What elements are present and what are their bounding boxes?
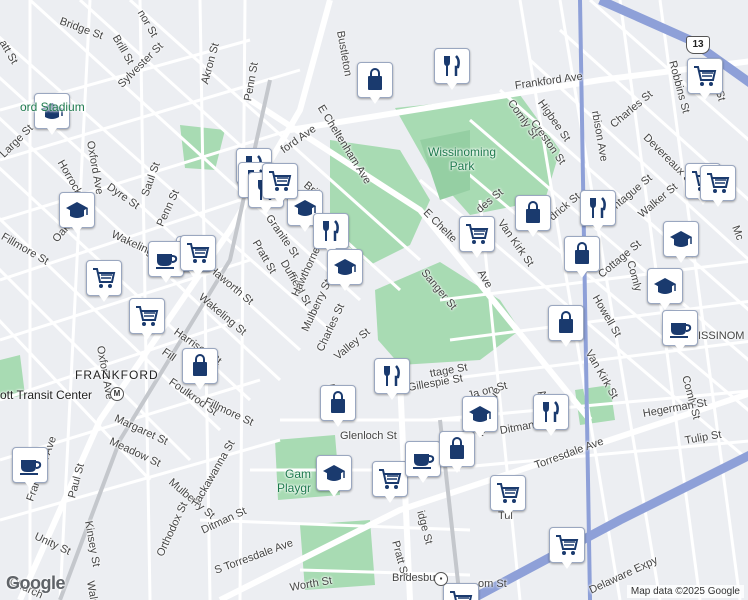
poi-cafe-2-icon[interactable] — [12, 447, 48, 489]
train-station-icon: ▪ — [434, 572, 448, 586]
poi-shopping-1-icon[interactable] — [357, 62, 393, 104]
route-shield: 13 — [686, 36, 710, 54]
poi-food-5-icon[interactable] — [313, 213, 349, 255]
poi-school-8-icon[interactable] — [647, 268, 683, 310]
google-logo[interactable]: Google — [6, 573, 66, 594]
poi-grocery-1-icon[interactable] — [687, 58, 723, 100]
poi-shopping-5-icon[interactable] — [515, 195, 551, 237]
poi-cafe-3-icon[interactable] — [405, 441, 441, 483]
poi-shopping-2-icon[interactable] — [182, 348, 218, 390]
transit-center-label: ott Transit Center — [0, 388, 93, 402]
poi-food-9-icon[interactable] — [533, 394, 569, 436]
poi-grocery-8-icon[interactable] — [700, 165, 736, 207]
transit-station-icon: M — [110, 387, 124, 401]
poi-grocery-12-icon[interactable] — [443, 583, 479, 600]
map-canvas[interactable]: Bridge St Brill St nor St Sylvester St Akron… — [0, 0, 748, 600]
street-label-om-st: om St — [478, 578, 507, 590]
poi-school-4-icon[interactable] — [327, 249, 363, 291]
poi-cafe-4-icon[interactable] — [662, 310, 698, 352]
poi-school-5-icon[interactable] — [316, 455, 352, 497]
poi-school-7-icon[interactable] — [663, 221, 699, 263]
poi-food-1-icon[interactable] — [434, 48, 470, 90]
playground-label-b: Playgr — [277, 481, 312, 495]
poi-shopping-3-icon[interactable] — [320, 385, 356, 427]
poi-food-8-icon[interactable] — [580, 190, 616, 232]
poi-shopping-4-icon[interactable] — [439, 431, 475, 473]
poi-shopping-7-icon[interactable] — [548, 305, 584, 347]
stadium-label: ord Stadium — [20, 100, 85, 114]
poi-shopping-6-icon[interactable] — [564, 236, 600, 278]
poi-grocery-5-icon[interactable] — [490, 475, 526, 517]
frankford-label: FRANKFORD — [75, 368, 159, 382]
poi-school-6-icon[interactable] — [462, 396, 498, 438]
poi-grocery-2-icon[interactable] — [86, 260, 122, 302]
street-label-glenloch-st: Glenloch St — [340, 430, 397, 442]
poi-school-2-icon[interactable] — [59, 192, 95, 234]
poi-grocery-10-icon[interactable] — [262, 163, 298, 205]
street-label-ssinom: ISSINOM — [698, 330, 745, 342]
poi-grocery-9-icon[interactable] — [549, 527, 585, 569]
poi-grocery-3-icon[interactable] — [129, 298, 165, 340]
poi-grocery-4-icon[interactable] — [372, 461, 408, 503]
poi-grocery-11-icon[interactable] — [180, 235, 216, 277]
playground-label-a: Gam — [285, 467, 312, 481]
park-label: Wissinoming Park — [428, 145, 497, 173]
poi-food-7-icon[interactable] — [374, 358, 410, 400]
map-attribution[interactable]: Map data ©2025 Google — [626, 585, 744, 598]
poi-grocery-6-icon[interactable] — [459, 216, 495, 258]
poi-cafe-1-icon[interactable] — [148, 241, 184, 283]
